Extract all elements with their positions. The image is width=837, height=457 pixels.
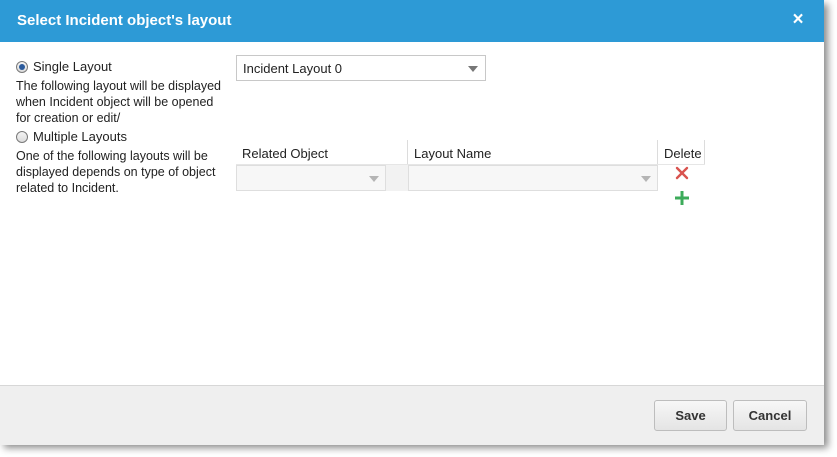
close-icon[interactable]: × <box>788 8 808 32</box>
layout-name-select[interactable] <box>408 165 658 191</box>
multiple-layouts-radio[interactable] <box>16 131 28 143</box>
dialog: Select Incident object's layout × Single… <box>0 0 824 445</box>
single-layout-description-line: for creation or edit/ <box>16 111 121 125</box>
single-layout-radio[interactable] <box>16 61 28 73</box>
single-layout-description-line: The following layout will be displayed <box>16 79 221 93</box>
add-plus-icon[interactable] <box>674 190 690 206</box>
delete-x-icon[interactable] <box>675 166 689 180</box>
save-button[interactable]: Save <box>654 400 727 431</box>
chevron-down-icon <box>468 66 478 72</box>
cancel-button[interactable]: Cancel <box>733 400 807 431</box>
multiple-layouts-description-line: displayed depends on type of object <box>16 165 216 179</box>
single-layout-description-line: when Incident object will be opened <box>16 95 214 109</box>
multiple-layouts-description: One of the following layouts will be dis… <box>16 148 215 196</box>
dialog-footer: Save Cancel <box>0 385 824 445</box>
dialog-title: Select Incident object's layout <box>17 12 232 29</box>
column-header-layout-name: Layout Name <box>414 146 492 161</box>
chevron-down-icon <box>641 176 651 182</box>
multiple-layouts-description-line: One of the following layouts will be <box>16 149 208 163</box>
single-layout-label[interactable]: Single Layout <box>33 59 112 74</box>
single-layout-select[interactable]: Incident Layout 0 <box>236 55 486 81</box>
dialog-titlebar: Select Incident object's layout × <box>0 0 824 42</box>
column-divider <box>407 140 408 165</box>
multiple-layouts-label[interactable]: Multiple Layouts <box>33 129 127 144</box>
chevron-down-icon <box>369 176 379 182</box>
column-header-delete: Delete <box>664 146 702 161</box>
single-layout-select-value: Incident Layout 0 <box>243 61 343 76</box>
table-cell-spacer <box>386 165 408 191</box>
related-object-select[interactable] <box>236 165 386 191</box>
multiple-layouts-description-line: related to Incident. <box>16 181 119 195</box>
column-divider <box>657 140 658 165</box>
column-divider <box>704 140 705 165</box>
column-header-related-object: Related Object <box>242 146 328 161</box>
single-layout-description: The following layout will be displayed w… <box>16 78 221 126</box>
